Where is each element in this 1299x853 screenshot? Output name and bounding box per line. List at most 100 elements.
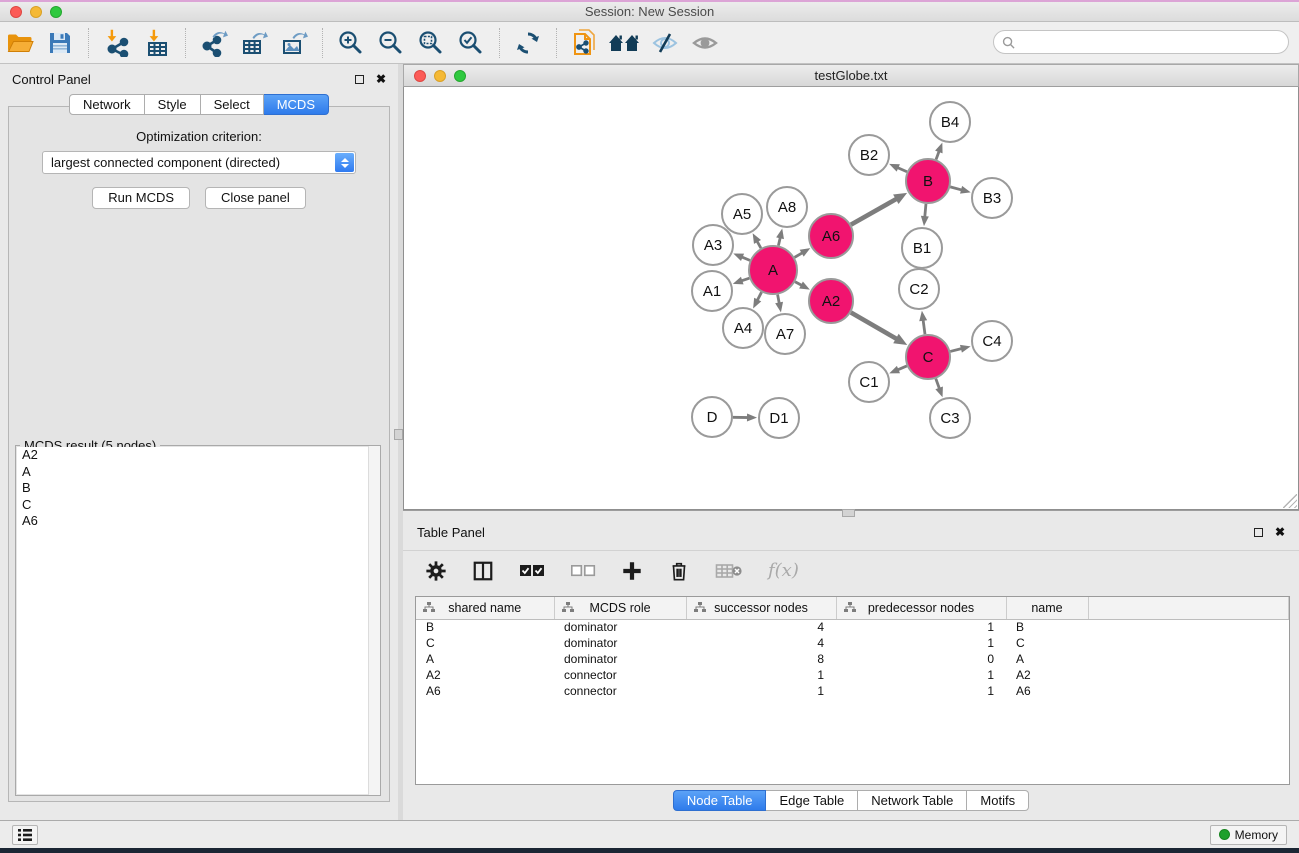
column-header-successor-nodes[interactable]: successor nodes — [686, 597, 836, 619]
table-cell[interactable]: C — [1006, 635, 1088, 651]
tab-edge-table[interactable]: Edge Table — [766, 790, 858, 811]
table-cell[interactable]: B — [1006, 619, 1088, 635]
close-panel-icon[interactable]: ✖ — [376, 75, 386, 84]
add-column-button[interactable] — [621, 560, 643, 582]
table-cell[interactable]: 4 — [686, 635, 836, 651]
table-cell[interactable]: A — [1006, 651, 1088, 667]
mcds-result-item[interactable]: A2 — [17, 447, 379, 464]
graph-edge-A6-B[interactable] — [851, 198, 898, 224]
zoom-selected-button[interactable] — [454, 26, 488, 60]
float-panel-icon[interactable] — [355, 75, 364, 84]
network-canvas[interactable]: B4B2BB3B1A5A8A6A3AA1C2A2A4A7CC4C1C3DD1 — [403, 87, 1299, 510]
save-session-button[interactable] — [43, 26, 77, 60]
table-cell[interactable]: 1 — [836, 683, 1006, 699]
select-all-button[interactable] — [519, 564, 545, 578]
tab-select[interactable]: Select — [201, 94, 264, 115]
export-table-button[interactable] — [237, 26, 271, 60]
delete-column-button[interactable] — [668, 560, 690, 582]
table-cell[interactable]: 1 — [836, 667, 1006, 683]
table-cell[interactable]: 8 — [686, 651, 836, 667]
table-cell[interactable]: dominator — [554, 635, 686, 651]
table-cell[interactable]: B — [416, 619, 554, 635]
export-image-button[interactable] — [277, 26, 311, 60]
zoom-selected-icon — [457, 29, 485, 57]
show-panels-button[interactable] — [688, 26, 722, 60]
table-cell[interactable]: A6 — [416, 683, 554, 699]
column-tree-icon — [844, 602, 856, 613]
table-row[interactable]: Cdominator41C — [416, 635, 1289, 651]
close-table-panel-icon[interactable]: ✖ — [1275, 528, 1285, 537]
import-network-button[interactable] — [100, 26, 134, 60]
column-header-name[interactable]: name — [1006, 597, 1088, 619]
table-cell[interactable]: 0 — [836, 651, 1006, 667]
table-cell[interactable]: 1 — [686, 667, 836, 683]
float-table-panel-icon[interactable] — [1254, 528, 1263, 537]
table-cell[interactable]: 4 — [686, 619, 836, 635]
vertical-split-handle[interactable] — [394, 429, 403, 440]
tab-network-table[interactable]: Network Table — [858, 790, 967, 811]
graph-edge-A2-C[interactable] — [851, 312, 898, 339]
criterion-select[interactable]: largest connected component (directed) — [42, 151, 356, 174]
table-row[interactable]: A2connector11A2 — [416, 667, 1289, 683]
function-builder-button[interactable]: f(x) — [768, 560, 799, 581]
mcds-result-item[interactable]: C — [17, 497, 379, 514]
resize-grip-icon[interactable] — [1283, 494, 1297, 508]
table-cell[interactable]: C — [416, 635, 554, 651]
close-panel-button[interactable]: Close panel — [205, 187, 306, 209]
horizontal-split-handle[interactable] — [842, 509, 855, 517]
hide-panels-button[interactable] — [648, 26, 682, 60]
zoom-out-button[interactable] — [374, 26, 408, 60]
home-icon — [608, 31, 642, 55]
memory-button[interactable]: Memory — [1210, 825, 1287, 845]
column-header-MCDS-role[interactable]: MCDS role — [554, 597, 686, 619]
deselect-all-button[interactable] — [570, 564, 596, 578]
settings-gear-button[interactable] — [425, 560, 447, 582]
table-cell[interactable]: A2 — [1006, 667, 1088, 683]
network-window-titlebar[interactable]: testGlobe.txt — [403, 64, 1299, 87]
table-disabled-button[interactable] — [715, 562, 743, 580]
graph-edge-arrowhead — [753, 298, 761, 309]
graph-edge-C-C2[interactable] — [923, 319, 925, 334]
tab-motifs[interactable]: Motifs — [967, 790, 1029, 811]
list-icon — [17, 828, 33, 842]
task-history-button[interactable] — [12, 825, 38, 845]
first-neighbors-button[interactable] — [568, 26, 602, 60]
mcds-result-item[interactable]: A — [17, 464, 379, 481]
refresh-button[interactable] — [511, 26, 545, 60]
table-row[interactable]: A6connector11A6 — [416, 683, 1289, 699]
table-cell[interactable]: connector — [554, 683, 686, 699]
zoom-fit-button[interactable] — [414, 26, 448, 60]
mcds-result-item[interactable]: A6 — [17, 513, 379, 530]
zoom-in-button[interactable] — [334, 26, 368, 60]
tab-mcds[interactable]: MCDS — [264, 94, 329, 115]
run-mcds-button[interactable]: Run MCDS — [92, 187, 190, 209]
mcds-list-scrollbar[interactable] — [368, 446, 380, 795]
import-table-button[interactable] — [140, 26, 174, 60]
tab-node-table[interactable]: Node Table — [673, 790, 767, 811]
graph-edge-B-B1[interactable] — [925, 204, 926, 218]
graph-edge-arrowhead — [753, 233, 761, 244]
tab-style[interactable]: Style — [145, 94, 201, 115]
home-button[interactable] — [608, 26, 642, 60]
table-cell[interactable]: dominator — [554, 651, 686, 667]
plus-icon — [621, 560, 643, 582]
mcds-result-item[interactable]: B — [17, 480, 379, 497]
table-cell[interactable]: 1 — [836, 619, 1006, 635]
table-cell[interactable]: 1 — [836, 635, 1006, 651]
column-layout-button[interactable] — [472, 560, 494, 582]
table-cell[interactable]: dominator — [554, 619, 686, 635]
table-cell[interactable]: A6 — [1006, 683, 1088, 699]
column-header-shared-name[interactable]: shared name — [416, 597, 554, 619]
table-row[interactable]: Bdominator41B — [416, 619, 1289, 635]
table-cell[interactable]: A — [416, 651, 554, 667]
table-cell[interactable]: connector — [554, 667, 686, 683]
table-cell[interactable]: 1 — [686, 683, 836, 699]
column-header-predecessor-nodes[interactable]: predecessor nodes — [836, 597, 1006, 619]
search-input[interactable] — [1020, 32, 1288, 52]
export-network-button[interactable] — [197, 26, 231, 60]
open-session-button[interactable] — [3, 26, 37, 60]
tab-network[interactable]: Network — [69, 94, 145, 115]
table-cell[interactable]: A2 — [416, 667, 554, 683]
table-row[interactable]: Adominator80A — [416, 651, 1289, 667]
main-titlebar: Session: New Session — [0, 2, 1299, 22]
